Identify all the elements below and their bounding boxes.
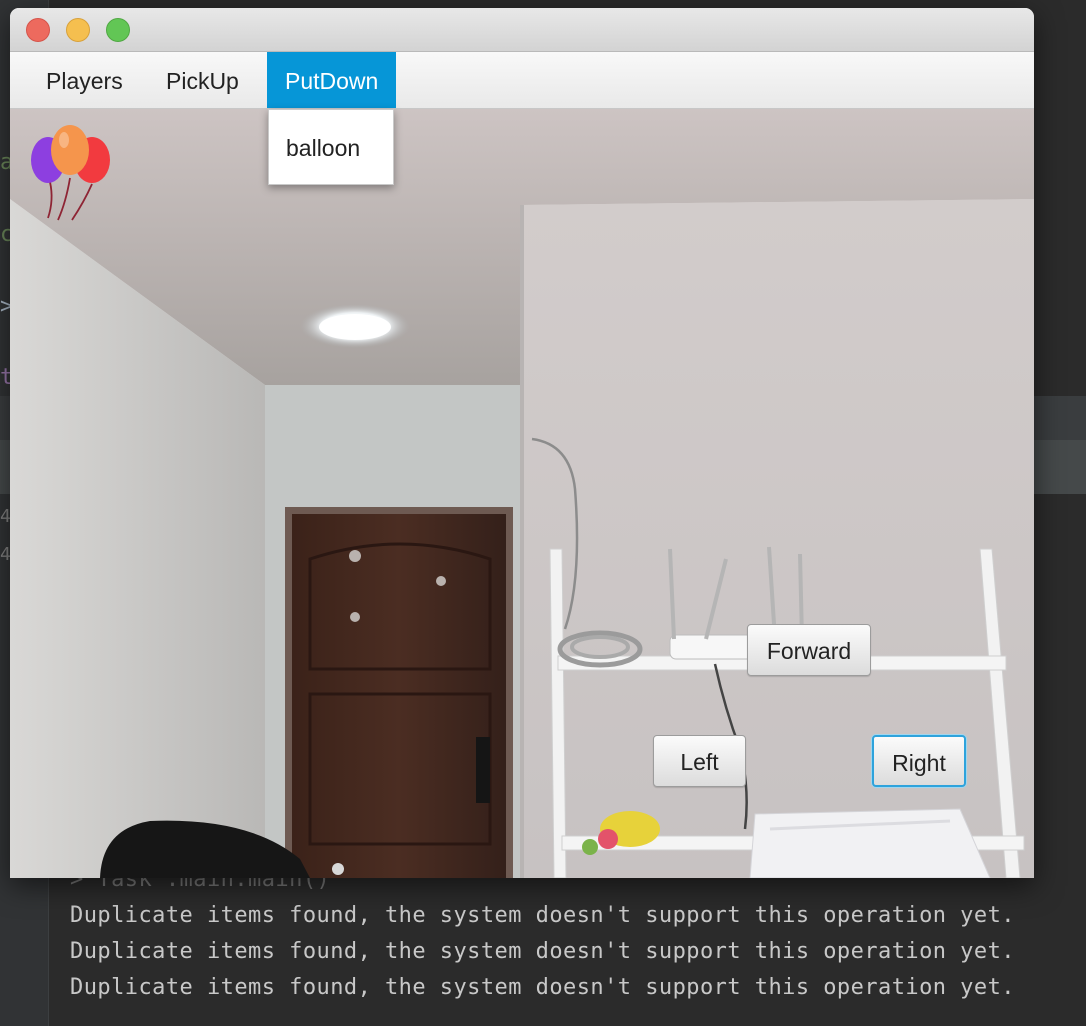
forward-button[interactable]: Forward — [747, 624, 871, 676]
left-button[interactable]: Left — [653, 735, 746, 787]
menu-bar: Players PickUp PutDown — [10, 52, 1034, 109]
right-button[interactable]: Right — [872, 735, 966, 787]
console-line: Duplicate items found, the system doesn'… — [70, 939, 1015, 964]
balloon-icon — [31, 125, 110, 221]
title-bar[interactable] — [10, 8, 1034, 52]
close-window-button[interactable] — [26, 18, 50, 42]
menu-putdown[interactable]: PutDown — [267, 52, 397, 108]
run-console: > Task :main.main() Duplicate items foun… — [70, 862, 1086, 1006]
minimize-window-button[interactable] — [66, 18, 90, 42]
putdown-dropdown-menu: balloon — [268, 109, 394, 185]
camera-view: Forward Left Right — [10, 109, 1034, 878]
console-line: Duplicate items found, the system doesn'… — [70, 903, 1015, 928]
dropdown-item-balloon[interactable]: balloon — [269, 110, 393, 184]
zoom-window-button[interactable] — [106, 18, 130, 42]
console-line: Duplicate items found, the system doesn'… — [70, 975, 1015, 1000]
menu-players[interactable]: Players — [28, 52, 141, 108]
app-window: Players PickUp PutDown Forward Left Righ… — [10, 8, 1034, 878]
menu-pickup[interactable]: PickUp — [148, 52, 257, 108]
